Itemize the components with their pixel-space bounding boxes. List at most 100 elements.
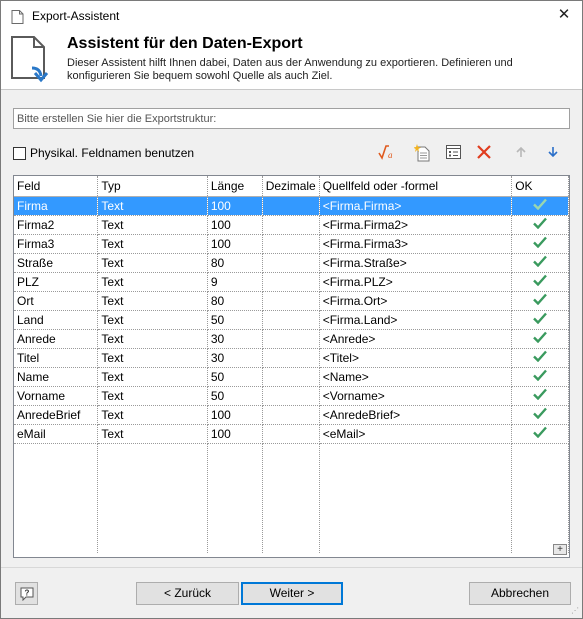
column-header-feld[interactable]: Feld — [14, 176, 99, 197]
cell-dezimale[interactable] — [262, 234, 320, 254]
help-button[interactable]: ? — [15, 582, 38, 605]
cell-quelle[interactable]: <Firma.Firma2> — [319, 215, 513, 235]
table-row[interactable]: Land Text 50 <Firma.Land> — [14, 310, 569, 330]
cell-typ[interactable]: Text — [97, 386, 208, 406]
cell-typ[interactable]: Text — [97, 196, 208, 216]
cell-feld[interactable]: Name — [14, 367, 99, 387]
cell-typ[interactable]: Text — [97, 367, 208, 387]
table-row[interactable]: Firma Text 100 <Firma.Firma> — [14, 196, 569, 216]
cell-dezimale[interactable] — [262, 253, 320, 273]
cell-laenge[interactable]: 100 — [207, 196, 263, 216]
export-structure-grid[interactable]: Feld Typ Länge Dezimale Quellfeld oder -… — [13, 175, 570, 558]
column-header-laenge[interactable]: Länge — [207, 176, 263, 197]
cell-typ[interactable]: Text — [97, 234, 208, 254]
cell-dezimale[interactable] — [262, 424, 320, 444]
cell-laenge[interactable]: 9 — [207, 272, 263, 292]
cell-feld[interactable]: Anrede — [14, 329, 99, 349]
cancel-button[interactable]: Abbrechen — [469, 582, 571, 605]
column-header-typ[interactable]: Typ — [97, 176, 208, 197]
cell-dezimale[interactable] — [262, 348, 320, 368]
cell-laenge[interactable]: 30 — [207, 348, 263, 368]
cell-dezimale[interactable] — [262, 272, 320, 292]
cell-laenge[interactable]: 100 — [207, 405, 263, 425]
new-field-button[interactable] — [411, 141, 435, 163]
cell-feld[interactable]: eMail — [14, 424, 99, 444]
table-row[interactable]: Straße Text 80 <Firma.Straße> — [14, 253, 569, 273]
move-down-button[interactable] — [542, 141, 566, 163]
table-row[interactable]: Anrede Text 30 <Anrede> — [14, 329, 569, 349]
cell-typ[interactable]: Text — [97, 405, 208, 425]
cell-laenge[interactable]: 100 — [207, 234, 263, 254]
column-header-quelle[interactable]: Quellfeld oder -formel — [319, 176, 513, 197]
table-row[interactable]: Firma2 Text 100 <Firma.Firma2> — [14, 215, 569, 235]
table-row[interactable]: Ort Text 80 <Firma.Ort> — [14, 291, 569, 311]
cell-quelle[interactable]: <Firma.Straße> — [319, 253, 513, 273]
cell-dezimale[interactable] — [262, 405, 320, 425]
delete-button[interactable] — [473, 141, 497, 163]
table-row[interactable]: Vorname Text 50 <Vorname> — [14, 386, 569, 406]
cell-feld[interactable]: Vorname — [14, 386, 99, 406]
cell-feld[interactable]: Firma3 — [14, 234, 99, 254]
cell-typ[interactable]: Text — [97, 329, 208, 349]
move-up-button[interactable] — [510, 141, 534, 163]
next-button[interactable]: Weiter > — [241, 582, 343, 605]
cell-laenge[interactable]: 100 — [207, 424, 263, 444]
size-grip[interactable]: ⋰ — [571, 606, 579, 615]
cell-laenge[interactable]: 80 — [207, 253, 263, 273]
cell-laenge[interactable]: 30 — [207, 329, 263, 349]
cell-quelle[interactable]: <Name> — [319, 367, 513, 387]
cell-laenge[interactable]: 50 — [207, 310, 263, 330]
cell-typ[interactable]: Text — [97, 291, 208, 311]
cell-typ[interactable]: Text — [97, 215, 208, 235]
cell-quelle[interactable]: <eMail> — [319, 424, 513, 444]
cell-quelle[interactable]: <Vorname> — [319, 386, 513, 406]
cell-dezimale[interactable] — [262, 196, 320, 216]
cell-typ[interactable]: Text — [97, 310, 208, 330]
table-row[interactable]: eMail Text 100 <eMail> — [14, 424, 569, 444]
export-structure-input[interactable] — [13, 108, 570, 129]
cell-quelle[interactable]: <AnredeBrief> — [319, 405, 513, 425]
cell-quelle[interactable]: <Titel> — [319, 348, 513, 368]
cell-quelle[interactable]: <Firma.Firma3> — [319, 234, 513, 254]
table-row[interactable]: AnredeBrief Text 100 <AnredeBrief> — [14, 405, 569, 425]
cell-dezimale[interactable] — [262, 367, 320, 387]
back-button[interactable]: < Zurück — [136, 582, 239, 605]
cell-quelle[interactable]: <Anrede> — [319, 329, 513, 349]
cell-feld[interactable]: Titel — [14, 348, 99, 368]
cell-typ[interactable]: Text — [97, 272, 208, 292]
formula-button[interactable]: a — [375, 141, 399, 163]
cell-laenge[interactable]: 50 — [207, 386, 263, 406]
cell-feld[interactable]: Ort — [14, 291, 99, 311]
field-properties-button[interactable] — [442, 141, 466, 163]
cell-typ[interactable]: Text — [97, 424, 208, 444]
table-row[interactable]: Firma3 Text 100 <Firma.Firma3> — [14, 234, 569, 254]
cell-feld[interactable]: Firma — [14, 196, 99, 216]
cell-feld[interactable]: Firma2 — [14, 215, 99, 235]
cell-feld[interactable]: AnredeBrief — [14, 405, 99, 425]
cell-laenge[interactable]: 50 — [207, 367, 263, 387]
table-row[interactable]: PLZ Text 9 <Firma.PLZ> — [14, 272, 569, 292]
table-row[interactable]: Titel Text 30 <Titel> — [14, 348, 569, 368]
cell-laenge[interactable]: 80 — [207, 291, 263, 311]
cell-feld[interactable]: PLZ — [14, 272, 99, 292]
cell-dezimale[interactable] — [262, 386, 320, 406]
close-icon[interactable]: ✕ — [554, 5, 574, 25]
cell-quelle[interactable]: <Firma.Firma> — [319, 196, 513, 216]
column-header-ok[interactable]: OK — [511, 176, 569, 197]
cell-typ[interactable]: Text — [97, 348, 208, 368]
cell-dezimale[interactable] — [262, 310, 320, 330]
cell-quelle[interactable]: <Firma.Ort> — [319, 291, 513, 311]
table-row[interactable]: Name Text 50 <Name> — [14, 367, 569, 387]
cell-typ[interactable]: Text — [97, 253, 208, 273]
cell-feld[interactable]: Straße — [14, 253, 99, 273]
cell-dezimale[interactable] — [262, 215, 320, 235]
cell-dezimale[interactable] — [262, 329, 320, 349]
grid-resize-button[interactable]: + — [553, 544, 567, 555]
cell-laenge[interactable]: 100 — [207, 215, 263, 235]
cell-feld[interactable]: Land — [14, 310, 99, 330]
physical-names-checkbox[interactable] — [13, 147, 26, 160]
cell-dezimale[interactable] — [262, 291, 320, 311]
column-header-dezimale[interactable]: Dezimale — [262, 176, 320, 197]
cell-quelle[interactable]: <Firma.PLZ> — [319, 272, 513, 292]
cell-quelle[interactable]: <Firma.Land> — [319, 310, 513, 330]
